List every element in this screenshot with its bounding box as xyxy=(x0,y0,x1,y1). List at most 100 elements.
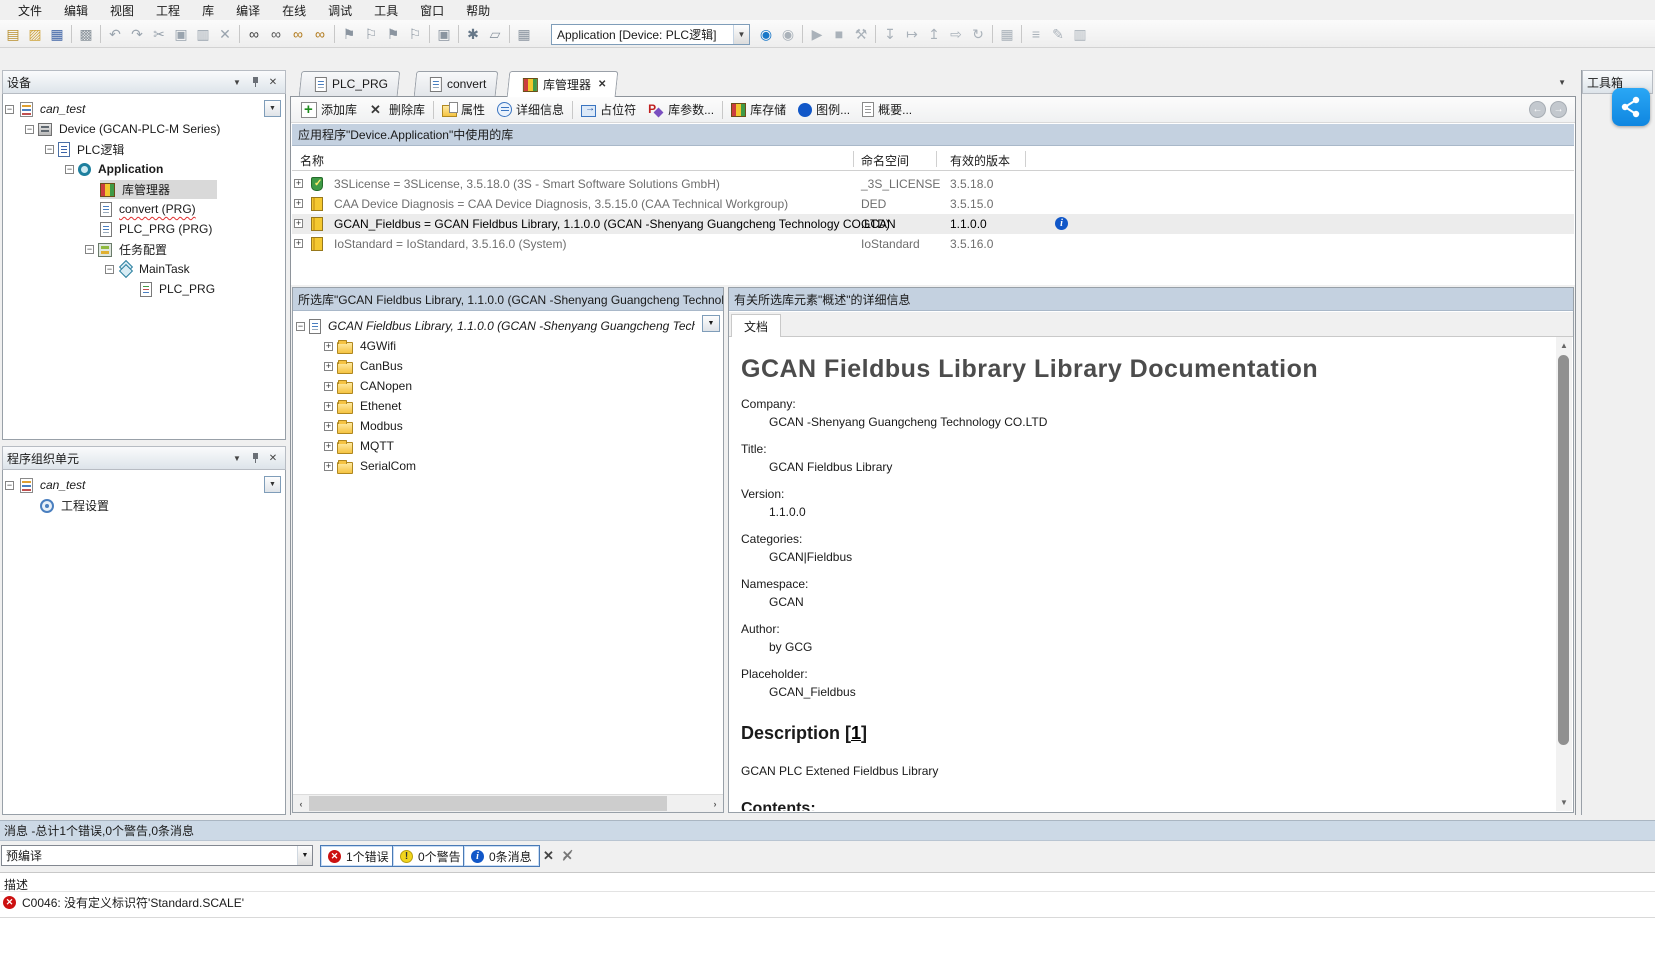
scroll-down-icon[interactable]: ▼ xyxy=(1558,798,1570,807)
undo-button[interactable]: ↶ xyxy=(104,23,126,45)
login-button[interactable]: ◉ xyxy=(755,23,777,45)
force-values-button[interactable]: ≡ xyxy=(1025,23,1047,45)
message-category-select[interactable]: 预编译 ▼ xyxy=(1,845,313,866)
find-in-project-button[interactable]: ∞ xyxy=(287,23,309,45)
active-application-selector[interactable]: Application [Device: PLC逻辑] ▼ xyxy=(551,24,750,45)
libmgr-books-button[interactable]: 库存储 xyxy=(725,99,792,121)
pin-icon[interactable] xyxy=(247,451,263,466)
bookmark-next-button[interactable]: ⚑ xyxy=(382,23,404,45)
step-out-button[interactable]: ↥ xyxy=(923,23,945,45)
horizontal-scrollbar[interactable]: ‹ › xyxy=(293,794,723,812)
warnings-filter-button[interactable]: ! 0个警告 xyxy=(392,845,469,867)
column-version[interactable]: 有效的版本 xyxy=(950,152,1010,169)
print-button[interactable]: ▩ xyxy=(75,23,97,45)
tree-item-plc_prg-prg-[interactable]: PLC_PRG (PRG) xyxy=(3,219,285,239)
tree-item--[interactable]: −任务配置 xyxy=(3,239,285,259)
menu-编译[interactable]: 编译 xyxy=(225,0,271,21)
tree-item-convert-prg-[interactable]: convert (PRG) xyxy=(3,199,285,219)
copy-button[interactable]: ▣ xyxy=(170,23,192,45)
library-row-ded[interactable]: +CAA Device Diagnosis = CAA Device Diagn… xyxy=(292,194,1574,214)
tab-convert[interactable]: convert xyxy=(414,71,499,96)
menu-在线[interactable]: 在线 xyxy=(271,0,317,21)
column-name[interactable]: 名称 xyxy=(300,152,324,169)
redo-button[interactable]: ↷ xyxy=(126,23,148,45)
scroll-right-icon[interactable]: › xyxy=(708,797,722,811)
expander-icon[interactable]: + xyxy=(324,402,333,411)
clear-message-icon[interactable]: ✕ xyxy=(543,848,554,864)
bookmark-clear-button[interactable]: ⚐ xyxy=(404,23,426,45)
copy-format-button[interactable]: ▣ xyxy=(433,23,455,45)
start-button[interactable]: ▶ xyxy=(806,23,828,45)
errors-filter-button[interactable]: ✕ 1个错误 xyxy=(320,845,397,867)
expander-icon[interactable]: + xyxy=(324,382,333,391)
expander-icon[interactable]: − xyxy=(105,265,114,274)
step-over-button[interactable]: ↧ xyxy=(879,23,901,45)
scroll-left-icon[interactable]: ‹ xyxy=(294,797,308,811)
library-root-item[interactable]: −GCAN Fieldbus Library, 1.1.0.0 (GCAN -S… xyxy=(293,316,723,336)
pin-icon[interactable] xyxy=(247,75,263,90)
scrollbar-thumb[interactable] xyxy=(1558,355,1569,745)
chevron-down-icon[interactable]: ▼ xyxy=(229,75,245,90)
tree-item-application[interactable]: −Application xyxy=(3,159,285,179)
libmgr-details-button[interactable]: 详细信息 xyxy=(491,99,570,121)
expander-icon[interactable]: + xyxy=(324,422,333,431)
reset-button[interactable]: ↻ xyxy=(967,23,989,45)
libmgr-del-button[interactable]: 删除库 xyxy=(363,99,431,121)
tree-item-device-gcan-plc-m-series-[interactable]: −Device (GCAN-PLC-M Series) xyxy=(3,119,285,139)
build-all-button[interactable]: ▦ xyxy=(513,23,535,45)
build-button[interactable]: ✱ xyxy=(462,23,484,45)
expander-icon[interactable]: + xyxy=(294,179,303,188)
menu-帮助[interactable]: 帮助 xyxy=(455,0,501,21)
expander-icon[interactable]: − xyxy=(65,165,74,174)
description-column-header[interactable]: 描述 xyxy=(0,873,1655,892)
chevron-down-icon[interactable]: ▼ xyxy=(297,846,312,865)
expander-icon[interactable]: − xyxy=(296,322,305,331)
libmgr-legend-button[interactable]: 图例... xyxy=(792,99,856,121)
menu-视图[interactable]: 视图 xyxy=(99,0,145,21)
expander-icon[interactable]: + xyxy=(294,239,303,248)
library-folder-modbus[interactable]: +Modbus xyxy=(293,416,723,436)
delete-button[interactable]: ✕ xyxy=(214,23,236,45)
stop-button[interactable]: ■ xyxy=(828,23,850,45)
library-folder-mqtt[interactable]: +MQTT xyxy=(293,436,723,456)
library-folder-canopen[interactable]: +CANopen xyxy=(293,376,723,396)
netdisk-floating-icon[interactable] xyxy=(1612,88,1650,126)
library-folder-serialcom[interactable]: +SerialCom xyxy=(293,456,723,476)
column-namespace[interactable]: 命名空间 xyxy=(861,152,909,169)
breakpoints-button[interactable]: ⚒ xyxy=(850,23,872,45)
run-to-cursor-button[interactable]: ⇨ xyxy=(945,23,967,45)
library-row-iostandard[interactable]: +IoStandard = IoStandard, 3.5.16.0 (Syst… xyxy=(292,234,1574,254)
tree-item-can_test[interactable]: −can_test▼ xyxy=(3,475,285,495)
scrollbar-thumb[interactable] xyxy=(309,796,667,811)
write-values-button[interactable]: ✎ xyxy=(1047,23,1069,45)
tab-库管理器[interactable]: 库管理器✕ xyxy=(507,71,619,97)
infos-filter-button[interactable]: i 0条消息 xyxy=(463,845,540,867)
libmgr-summary-button[interactable]: 概要... xyxy=(856,99,918,121)
tree-item--[interactable]: 工程设置 xyxy=(3,495,285,515)
expander-icon[interactable]: + xyxy=(294,199,303,208)
cut-button[interactable]: ✂ xyxy=(148,23,170,45)
clear-all-messages-icon[interactable]: ✕̸ xyxy=(562,848,573,864)
chevron-down-icon[interactable]: ▼ xyxy=(733,25,749,44)
menu-工具[interactable]: 工具 xyxy=(363,0,409,21)
replace-in-project-button[interactable]: ∞ xyxy=(309,23,331,45)
expander-icon[interactable]: − xyxy=(85,245,94,254)
step-into-button[interactable]: ↦ xyxy=(901,23,923,45)
tree-item-plc_prg[interactable]: PLC_PRG xyxy=(3,279,285,299)
expander-icon[interactable]: + xyxy=(324,362,333,371)
new-object-button[interactable]: ▱ xyxy=(484,23,506,45)
library-folder-canbus[interactable]: +CanBus xyxy=(293,356,723,376)
message-error-row[interactable]: ✕ C0046: 没有定义标识符'Standard.SCALE' xyxy=(0,892,1655,912)
scroll-up-icon[interactable]: ▲ xyxy=(1558,341,1570,350)
tree-item-maintask[interactable]: −MainTask xyxy=(3,259,285,279)
tab-plc_prg[interactable]: PLC_PRG xyxy=(299,71,401,96)
menu-调试[interactable]: 调试 xyxy=(317,0,363,21)
toggle-display-button[interactable]: ▥ xyxy=(1069,23,1091,45)
forward-button[interactable]: → xyxy=(1550,101,1567,118)
library-row-gcan[interactable]: +GCAN_Fieldbus = GCAN Fieldbus Library, … xyxy=(292,214,1574,234)
flow-control-button[interactable]: ▦ xyxy=(996,23,1018,45)
chevron-down-icon[interactable]: ▼ xyxy=(264,100,281,117)
libmgr-prop-button[interactable]: 属性 xyxy=(436,99,491,121)
tree-item--[interactable]: 库管理器 xyxy=(3,179,285,199)
close-tab-icon[interactable]: ✕ xyxy=(598,79,606,90)
